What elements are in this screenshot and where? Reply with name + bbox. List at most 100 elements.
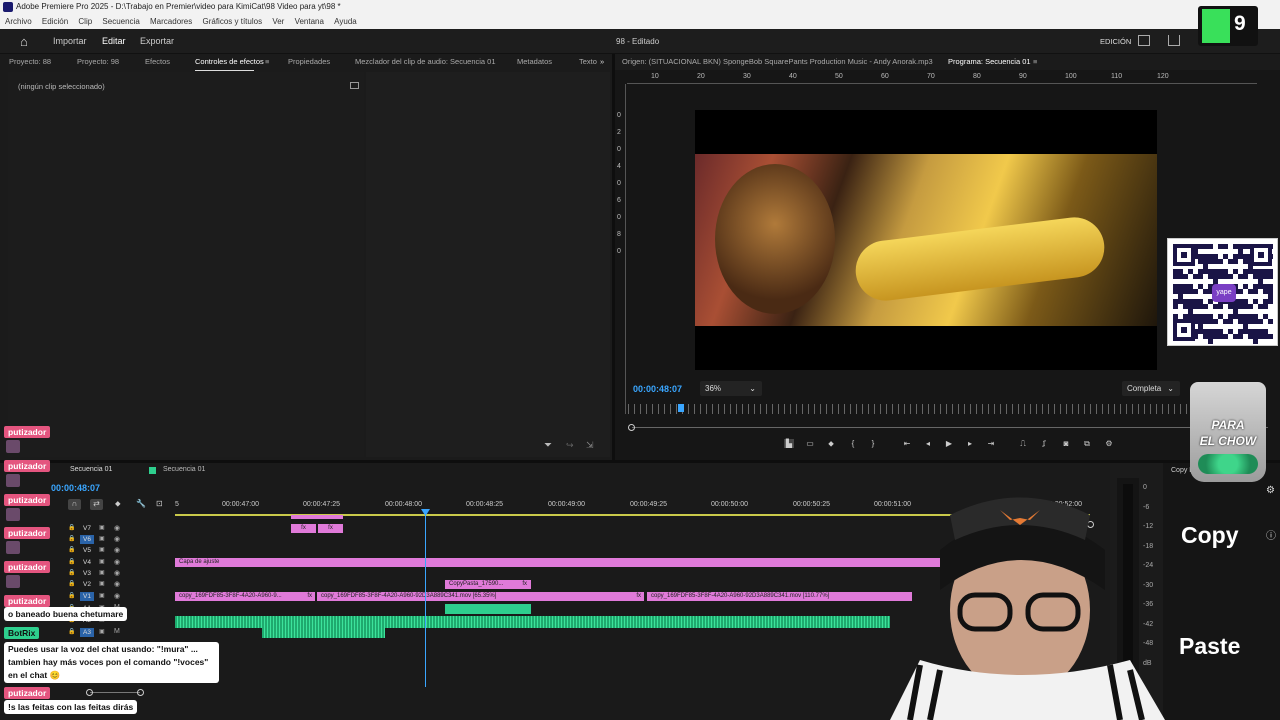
info-icon[interactable]: ⓘ	[1266, 527, 1276, 542]
film-icon[interactable]: ▣	[99, 524, 105, 531]
v1-clip-a[interactable]: copy_169FDF85-3F8F-4A20-A960-9... fx	[175, 592, 315, 601]
eye-icon[interactable]: ◉	[114, 580, 120, 588]
eye-icon[interactable]: ◉	[114, 524, 120, 532]
timeline-timecode[interactable]: 00:00:48:07	[51, 483, 100, 493]
track-label-v1[interactable]: V1	[80, 592, 94, 601]
timeline-view-icon[interactable]	[350, 82, 359, 89]
lock-icon[interactable]: 🔒	[68, 535, 75, 542]
track-label-v2[interactable]: V2	[80, 580, 94, 589]
lock-icon[interactable]: 🔒	[68, 592, 75, 599]
nav-exportar[interactable]: Exportar	[140, 36, 174, 46]
tab-menu-icon[interactable]: ≡	[265, 54, 269, 70]
program-timecode[interactable]: 00:00:48:07	[633, 384, 682, 394]
film-icon[interactable]: ▣	[99, 546, 105, 553]
timeline-playhead[interactable]	[425, 509, 426, 687]
menu-secuencia[interactable]: Secuencia	[102, 17, 139, 26]
share-icon[interactable]	[1168, 35, 1180, 46]
tab-proyecto-98[interactable]: Proyecto: 98	[77, 54, 119, 70]
a2-waveform[interactable]	[175, 616, 890, 628]
eye-icon[interactable]: ◉	[114, 592, 120, 600]
lock-icon[interactable]: 🔒	[68, 569, 75, 576]
tab-source[interactable]: Origen: (SITUACIONAL BKN) SpongeBob Squa…	[622, 54, 933, 70]
a3-waveform[interactable]	[262, 628, 385, 638]
v1-clip-b[interactable]: copy_169FDF85-3F8F-4A20-A960-92D3A889C34…	[317, 592, 644, 601]
paste-button[interactable]: Paste	[1179, 633, 1240, 660]
v6-clip-1[interactable]: fx	[291, 524, 316, 533]
home-icon[interactable]: ⌂	[20, 34, 34, 49]
tab-proyecto-88[interactable]: Proyecto: 88	[9, 54, 51, 70]
track-label-v7[interactable]: V7	[80, 524, 94, 533]
eye-icon[interactable]: ◉	[114, 558, 120, 566]
eye-icon[interactable]: ◉	[114, 569, 120, 577]
step-back-icon[interactable]: ◂	[923, 439, 933, 448]
tab-metadatos[interactable]: Metadatos	[517, 54, 552, 70]
v1-clip-c[interactable]: copy_169FDF85-3F8F-4A20-A960-92D3A889C34…	[647, 592, 912, 601]
wrench-icon[interactable]: 🔧	[136, 499, 146, 508]
tab-propiedades[interactable]: Propiedades	[288, 54, 330, 70]
snap-icon[interactable]: ∩	[68, 499, 81, 510]
film-icon[interactable]: ▣	[99, 535, 105, 542]
menu-ayuda[interactable]: Ayuda	[334, 17, 357, 26]
extract-icon[interactable]: ⎎	[1039, 439, 1049, 448]
safe-margins-icon[interactable]: ▭	[805, 439, 815, 448]
settings-icon[interactable]: ⚙	[1104, 439, 1114, 448]
program-time-ruler[interactable]	[628, 404, 1188, 414]
filter-icon[interactable]: ⏷	[544, 440, 552, 451]
zoom-handle-left[interactable]	[86, 689, 93, 696]
copypasta-clip[interactable]: CopyPasta_17590... fx	[445, 580, 531, 589]
track-label-v4[interactable]: V4	[80, 558, 94, 567]
panel-layout-icon[interactable]	[1138, 35, 1150, 46]
render-icon[interactable]: ⇲	[586, 440, 594, 451]
tab-texto[interactable]: Texto	[579, 54, 597, 70]
timeline-tab-1[interactable]: Secuencia 01	[70, 466, 112, 473]
menu-ver[interactable]: Ver	[272, 17, 284, 26]
go-to-out-icon[interactable]: ⇥	[986, 439, 996, 448]
add-marker-icon[interactable]: ⬥	[826, 439, 836, 448]
gear-icon[interactable]: ⚙	[1266, 485, 1275, 496]
menu-archivo[interactable]: Archivo	[5, 17, 32, 26]
export-frame-icon[interactable]: ◙	[1061, 439, 1071, 448]
captions-icon[interactable]: ⊡	[156, 499, 163, 508]
lock-icon[interactable]: 🔒	[68, 558, 75, 565]
step-forward-icon[interactable]: ▸	[965, 439, 975, 448]
track-label-a3[interactable]: A3	[80, 628, 94, 637]
tab-efectos[interactable]: Efectos	[145, 54, 170, 70]
sync-icon[interactable]: ▣	[99, 628, 105, 635]
lock-icon[interactable]: 🔒	[68, 580, 75, 587]
timeline-tab-2[interactable]: Secuencia 01	[163, 466, 205, 473]
v7-clip-top[interactable]	[291, 515, 343, 519]
eye-icon[interactable]: ◉	[114, 546, 120, 554]
program-scrollbar[interactable]	[632, 427, 1268, 428]
track-label-v5[interactable]: V5	[80, 546, 94, 555]
go-to-in-icon[interactable]: ⇤	[902, 439, 912, 448]
lock-icon[interactable]: 🔒	[68, 524, 75, 531]
menu-marcadores[interactable]: Marcadores	[150, 17, 192, 26]
workspace-label[interactable]: EDICIÓN	[1100, 37, 1131, 46]
a1-clip-copypasta[interactable]	[445, 604, 531, 614]
menu-clip[interactable]: Clip	[78, 17, 92, 26]
program-playhead[interactable]	[678, 404, 684, 412]
add-marker-timeline-icon[interactable]: ⬥	[115, 499, 121, 509]
more-tabs-icon[interactable]: »	[600, 54, 604, 70]
v6-clip-2[interactable]: fx	[318, 524, 343, 533]
lock-icon[interactable]: 🔒	[68, 546, 75, 553]
menu-graficos[interactable]: Gráficos y títulos	[203, 17, 263, 26]
eye-icon[interactable]: ◉	[114, 535, 120, 543]
film-icon[interactable]: ▣	[99, 580, 105, 587]
nav-importar[interactable]: Importar	[53, 36, 87, 46]
zoom-handle-right[interactable]	[137, 689, 144, 696]
track-label-v6[interactable]: V6	[80, 535, 94, 544]
tab-program[interactable]: Programa: Secuencia 01	[948, 54, 1031, 71]
compare-icon[interactable]: ⧉	[1082, 439, 1092, 448]
export-icon[interactable]: ↪	[566, 440, 574, 451]
tab-controles-efectos[interactable]: Controles de efectos	[195, 54, 264, 71]
menu-ventana[interactable]: Ventana	[295, 17, 324, 26]
program-video-frame[interactable]	[695, 110, 1157, 370]
scroll-handle-left[interactable]	[628, 424, 635, 431]
nav-editar[interactable]: Editar	[102, 36, 126, 46]
tab-mezclador[interactable]: Mezclador del clip de audio: Secuencia 0…	[355, 54, 496, 70]
lock-icon[interactable]: 🔒	[68, 628, 75, 635]
mute-icon[interactable]: M	[114, 628, 120, 635]
film-icon[interactable]: ▣	[99, 569, 105, 576]
copy-button[interactable]: Copy	[1181, 522, 1239, 549]
